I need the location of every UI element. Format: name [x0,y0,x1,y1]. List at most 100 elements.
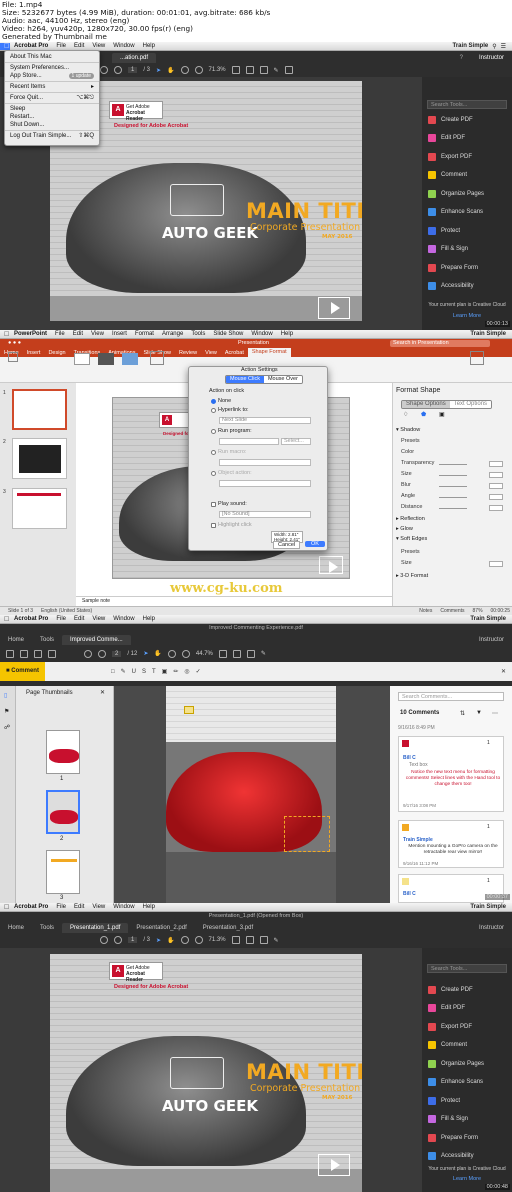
tab-shape-format[interactable]: Shape Format [247,348,291,357]
shadow-section[interactable]: ▾ Shadow [396,427,420,433]
distance-slider[interactable] [439,508,467,509]
menu-help[interactable]: Help [277,331,297,337]
textbox-icon[interactable]: ▣ [162,668,168,675]
sort-icon[interactable]: ⇅ [460,710,465,717]
blur-stepper[interactable] [489,483,503,489]
scroll-mode-icon[interactable] [245,936,254,944]
menu-item-shutdown[interactable]: Shut Down... [5,121,99,129]
menu-acrobat-pro[interactable]: Acrobat Pro [10,43,52,49]
page-number[interactable]: 1 [128,937,138,943]
prev-page-icon[interactable] [100,66,108,74]
distance-stepper[interactable] [489,505,503,511]
menu-help[interactable]: Help [139,616,159,622]
close-icon[interactable]: ✕ [501,668,512,675]
menu-acrobat-pro[interactable]: Acrobat Pro [10,616,52,622]
menu-help[interactable]: Help [139,904,159,910]
tool-accessibility[interactable]: Accessibility [428,282,474,290]
style-preset-icon[interactable] [122,353,138,365]
apple-icon[interactable]:  [0,331,10,338]
select-tool-icon[interactable]: ➤ [156,67,161,74]
play-icon[interactable] [318,1154,350,1176]
notes-field[interactable]: Sample note [76,596,392,606]
tool-protect[interactable]: Protect [428,227,460,235]
tool-comment[interactable]: Comment [428,171,467,179]
next-page-icon[interactable] [114,936,122,944]
menu-view[interactable]: View [87,331,108,337]
tool-accessibility[interactable]: Accessibility [428,1152,474,1160]
slide-thumb[interactable] [12,389,67,430]
close-icon[interactable]: ✕ [100,689,105,696]
soft-size-stepper[interactable] [489,561,503,567]
zoom-level[interactable]: 71.3% [209,937,226,943]
comment-tool-label[interactable]: ■ Comment [0,662,45,681]
strikethrough-icon[interactable]: S [142,669,146,675]
menu-item-force-quit[interactable]: Force Quit... ⌥⌘⎋ [5,94,99,102]
play-icon[interactable] [319,556,343,574]
object-action-select[interactable] [219,480,311,487]
tool-organize-pages[interactable]: Organize Pages [428,1060,484,1068]
highlight-icon[interactable]: ✎ [121,668,126,675]
hyperlink-radio[interactable]: Hyperlink to: [211,407,249,413]
zoom-level[interactable]: 87% [473,608,483,614]
menu-help[interactable]: Help [139,43,159,49]
tool-create-pdf[interactable]: Create PDF [428,116,473,124]
transparency-stepper[interactable] [489,461,503,467]
menu-file[interactable]: File [52,904,70,910]
print-icon[interactable] [34,649,42,658]
zoom-out-icon[interactable] [167,649,176,658]
help-icon[interactable]: ? [452,53,471,63]
user-name[interactable]: Train Simple [470,904,506,910]
zoom-level[interactable]: 71.3% [209,67,226,73]
zoom-in-icon[interactable] [194,66,203,74]
tab-design[interactable]: Design [44,350,69,356]
hand-tool-icon[interactable]: ✋ [167,67,174,74]
instructor-menu[interactable]: Instructor [471,53,512,63]
transparency-slider[interactable] [439,464,467,465]
upload-icon[interactable] [20,649,28,658]
thumbnail-actions[interactable] [26,704,86,711]
tool-create-pdf[interactable]: Create PDF [428,986,473,994]
shape-options-tab[interactable]: Shape Options [402,401,450,408]
tool-export-pdf[interactable]: Export PDF [428,153,472,161]
search-input[interactable]: Search in Presentation [390,340,490,347]
menu-file[interactable]: File [52,43,70,49]
none-radio[interactable]: None [211,398,231,404]
menu-view[interactable]: View [88,43,109,49]
notes-button[interactable]: Notes [419,608,432,614]
tab-document[interactable]: Improved Comme... [62,635,131,645]
menu-item-app-store[interactable]: App Store... 1 update [5,72,99,80]
tool-enhance-scans[interactable]: Enhance Scans [428,1078,483,1086]
tool-edit-pdf[interactable]: Edit PDF [428,134,465,142]
glow-section[interactable]: ▸ Glow [396,526,413,532]
tab-document[interactable]: ...ation.pdf [112,53,157,63]
sound-select[interactable]: [No Sound] [219,511,311,518]
bookmark-icon[interactable]: ⚑ [4,708,9,715]
tool-protect[interactable]: Protect [428,1097,460,1105]
fit-page-icon[interactable] [231,66,240,74]
menu-item-sleep[interactable]: Sleep [5,105,99,113]
menu-window[interactable]: Window [109,904,138,910]
slide-thumb[interactable] [12,488,67,529]
run-macro-radio[interactable]: Run macro: [211,449,246,455]
menu-edit[interactable]: Edit [70,43,88,49]
angle-stepper[interactable] [489,494,503,500]
sticky-note-icon[interactable] [184,706,194,714]
reflection-section[interactable]: ▸ Reflection [396,516,425,522]
macro-select[interactable] [219,459,311,466]
menu-item-restart[interactable]: Restart... [5,113,99,121]
menu-arrange[interactable]: Arrange [158,331,187,337]
play-icon[interactable] [318,297,350,319]
object-action-radio[interactable]: Object action: [211,470,252,476]
user-name[interactable]: Train Simple [453,43,489,49]
tab-presentation-1[interactable]: Presentation_1.pdf [62,923,129,933]
effects-icon[interactable]: ⬟ [421,411,426,418]
tab-home[interactable]: Home [0,635,32,645]
search-icon[interactable]: ⚲ [492,43,496,50]
page-thumb[interactable] [46,730,80,774]
mouse-over-tab[interactable]: Mouse Over [263,376,302,383]
size-stepper[interactable] [489,472,503,478]
size-properties-icon[interactable]: ▣ [439,411,445,418]
zoom-out-icon[interactable] [180,66,189,74]
menu-insert[interactable]: Insert [108,331,131,337]
search-comments-input[interactable]: Search Comments... [398,692,504,701]
